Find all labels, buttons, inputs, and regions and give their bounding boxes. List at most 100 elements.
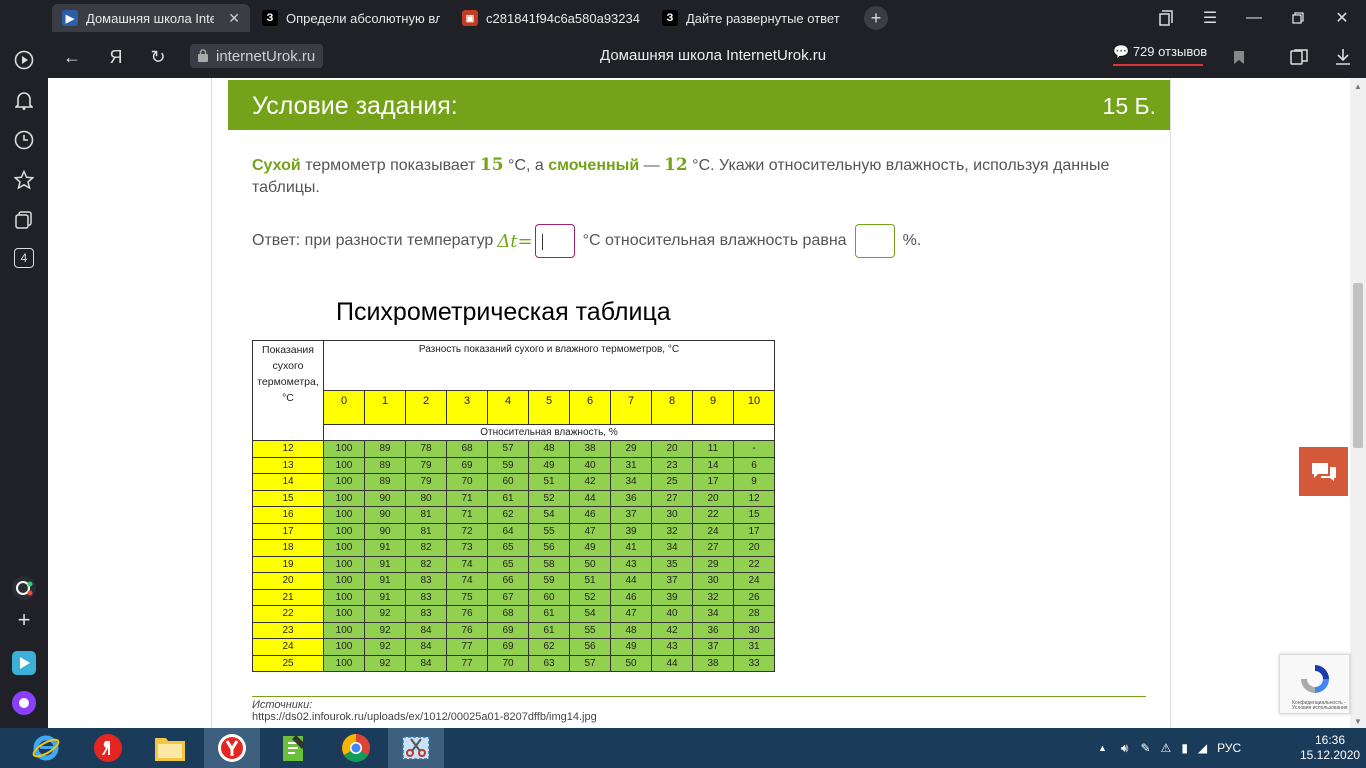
difference-row: 0 1 2 3 4 5 6 7 8 9 10 xyxy=(253,390,775,425)
snipping-tool-app[interactable] xyxy=(388,728,444,768)
humidity-cell: 55 xyxy=(569,621,611,639)
humidity-cell: 14 xyxy=(692,456,734,474)
humidity-input[interactable] xyxy=(854,224,895,258)
sources-label: Источники: xyxy=(252,699,313,711)
tab-znanija-1[interactable]: З Определи абсолютную вл xyxy=(252,4,450,32)
humidity-cell: 70 xyxy=(487,654,529,672)
download-icon[interactable] xyxy=(1332,46,1354,68)
dry-temp-cell: 13 xyxy=(252,456,324,474)
messenger-app-icon[interactable] xyxy=(12,691,36,715)
tabs-count-badge[interactable]: 4 xyxy=(14,248,34,268)
tab-znanija-2[interactable]: З Дайте развернутые ответ xyxy=(652,4,850,32)
humidity-cell: 6 xyxy=(733,456,775,474)
add-panel-icon[interactable]: + xyxy=(12,607,36,632)
language-indicator[interactable]: РУС xyxy=(1217,741,1241,755)
humidity-cell: 80 xyxy=(405,489,447,507)
humidity-cell: 24 xyxy=(692,522,734,540)
chrome-app[interactable] xyxy=(328,728,384,768)
dry-temp-cell: 19 xyxy=(252,555,324,573)
scroll-thumb[interactable] xyxy=(1353,283,1363,448)
notes-app[interactable] xyxy=(266,728,322,768)
collections-toolbar-icon[interactable] xyxy=(1288,46,1310,68)
humidity-cell: 33 xyxy=(733,654,775,672)
restore-icon[interactable] xyxy=(1288,8,1308,28)
close-window-icon[interactable]: ✕ xyxy=(1332,8,1352,28)
recaptcha-badge[interactable]: Конфиденциальность - Условия использован… xyxy=(1279,654,1350,714)
delta-t-symbol: Δt= xyxy=(497,230,533,252)
reviews-link[interactable]: 💬 729 отзывов xyxy=(1113,44,1207,66)
recaptcha-text: Конфиденциальность - Условия использован… xyxy=(1292,700,1348,711)
humidity-cell: 38 xyxy=(569,440,611,458)
star-icon[interactable] xyxy=(12,168,36,192)
close-tab-icon[interactable]: ✕ xyxy=(228,10,240,27)
bookmark-icon[interactable] xyxy=(1228,46,1250,68)
humidity-cell: 82 xyxy=(405,555,447,573)
video-app-icon[interactable] xyxy=(12,651,36,675)
humidity-cell: 100 xyxy=(323,440,365,458)
task-points: 15 Б. xyxy=(1102,93,1156,119)
humidity-cell: 84 xyxy=(405,654,447,672)
dry-thermometer-header: Показания сухого термометра, °С xyxy=(252,340,324,441)
menu-icon[interactable]: ☰ xyxy=(1200,8,1220,28)
ie-app[interactable] xyxy=(18,728,74,768)
tab-internetUrok[interactable]: ▶ Домашняя школа Intern ✕ xyxy=(52,4,250,32)
source-url[interactable]: https://ds02.infourok.ru/uploads/ex/1012… xyxy=(252,711,1146,723)
tab-title: Домашняя школа Intern xyxy=(86,10,215,26)
table-row: 15 100 90 80 71 61 52 44 36 27 20 12 xyxy=(252,489,775,507)
humidity-cell: 84 xyxy=(405,638,447,656)
humidity-cell: 79 xyxy=(405,473,447,491)
history-icon[interactable] xyxy=(12,128,36,152)
humidity-cell: 59 xyxy=(528,572,570,590)
temp-difference-input[interactable] xyxy=(534,224,575,258)
humidity-cell: 22 xyxy=(733,555,775,573)
tab-bar: ▶ Домашняя школа Intern ✕ З Определи абс… xyxy=(0,0,1366,36)
network-x-icon[interactable]: ⚠︎ xyxy=(1161,741,1172,755)
minimize-icon[interactable]: — xyxy=(1244,8,1264,28)
new-tab-button[interactable]: + xyxy=(864,6,888,30)
url-text: internetUrok.ru xyxy=(216,47,316,65)
tabs-menu-icon[interactable] xyxy=(1156,8,1176,28)
explorer-app[interactable] xyxy=(142,728,198,768)
yandex-browser-app[interactable] xyxy=(204,728,260,768)
scroll-down-icon[interactable]: ▼ xyxy=(1354,717,1362,726)
url-field[interactable]: internetUrok.ru xyxy=(190,44,324,68)
volume-icon[interactable]: 🔊︎ xyxy=(1121,741,1129,756)
yandex-app[interactable] xyxy=(80,728,136,768)
collections-icon[interactable] xyxy=(12,208,36,232)
humidity-cell: 15 xyxy=(733,506,775,524)
humidity-cell: 39 xyxy=(610,522,652,540)
feather-icon[interactable]: ✎ xyxy=(1140,741,1150,755)
wifi-icon[interactable]: ◢ xyxy=(1198,741,1207,755)
dry-temp-cell: 20 xyxy=(252,572,324,590)
alice-icon[interactable] xyxy=(12,576,36,600)
play-icon[interactable] xyxy=(12,48,36,72)
clock[interactable]: 16:36 15.12.2020 xyxy=(1300,733,1360,763)
scroll-up-icon[interactable]: ▲ xyxy=(1354,82,1362,91)
psychrometric-table: Показания сухого термометра, °С Разность… xyxy=(252,340,777,672)
back-icon[interactable]: ← xyxy=(60,45,84,69)
reload-icon[interactable]: ↻ xyxy=(146,45,170,69)
humidity-cell: 74 xyxy=(446,572,488,590)
humidity-cell: 70 xyxy=(446,473,488,491)
chat-button[interactable] xyxy=(1299,447,1348,496)
yandex-logo-icon[interactable]: Я xyxy=(104,45,128,69)
humidity-cell: 47 xyxy=(569,522,611,540)
humidity-cell: 62 xyxy=(528,638,570,656)
znanija-favicon: З xyxy=(262,10,278,26)
page-scrollbar[interactable]: ▲ ▼ xyxy=(1350,78,1366,728)
humidity-cell: 79 xyxy=(405,456,447,474)
humidity-cell: 48 xyxy=(528,440,570,458)
page-title: Домашняя школа InternetUrok.ru xyxy=(600,47,827,64)
bell-icon[interactable] xyxy=(12,88,36,112)
humidity-cell: 38 xyxy=(692,654,734,672)
humidity-cell: 89 xyxy=(364,456,406,474)
humidity-cell: 65 xyxy=(487,555,529,573)
tab-image[interactable]: ▣ c281841f94c6a580a932344 xyxy=(452,4,650,32)
humidity-cell: 68 xyxy=(446,440,488,458)
difference-cell: 4 xyxy=(487,390,529,425)
humidity-cell: 81 xyxy=(405,506,447,524)
battery-icon[interactable]: ▮ xyxy=(1181,741,1188,755)
humidity-cell: 20 xyxy=(692,489,734,507)
tray-expand-icon[interactable]: ▲ xyxy=(1098,743,1107,753)
difference-cell: 6 xyxy=(569,390,611,425)
